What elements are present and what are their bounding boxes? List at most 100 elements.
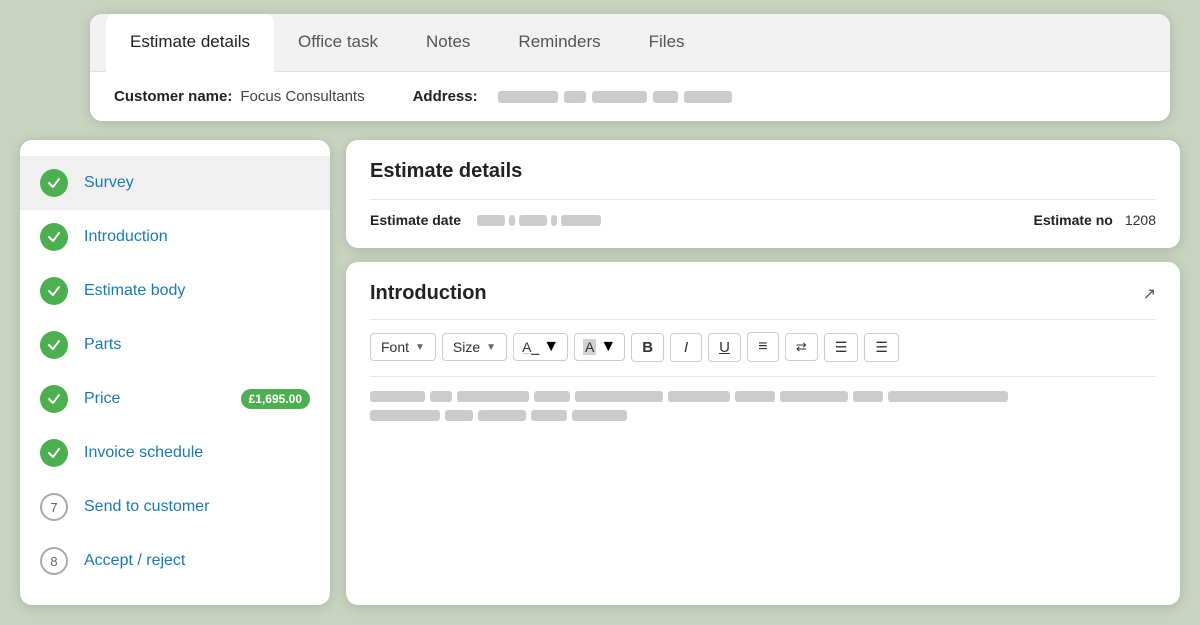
txt-13 — [478, 410, 526, 421]
estimate-details-title: Estimate details — [370, 160, 1156, 183]
check-icon-introduction — [40, 223, 68, 251]
txt-8 — [780, 391, 848, 402]
tab-reminders[interactable]: Reminders — [494, 14, 624, 71]
text-line-1 — [370, 391, 1156, 402]
addr-block-3 — [592, 91, 647, 103]
font-color-icon: A_ — [522, 339, 539, 355]
estimate-no-value: 1208 — [1125, 212, 1156, 228]
align-left-icon: ☰ — [835, 339, 848, 356]
italic-btn[interactable]: I — [670, 333, 702, 362]
introduction-title: Introduction — [370, 282, 487, 305]
date-block-2 — [519, 215, 547, 226]
right-panel: Estimate details Estimate date Estimate … — [346, 140, 1180, 605]
align-right-btn[interactable]: ☰ — [864, 333, 899, 362]
num-circle-7: 7 — [40, 493, 68, 521]
font-color-chevron: ▼ — [543, 338, 559, 356]
ordered-list-btn[interactable]: ⇄ — [785, 333, 818, 361]
text-line-2 — [370, 410, 1156, 421]
tab-office-task[interactable]: Office task — [274, 14, 402, 71]
divider-1 — [370, 199, 1156, 200]
sidebar-label-accept-reject: Accept / reject — [84, 552, 185, 570]
price-badge: £1,695.00 — [241, 389, 310, 409]
address-blocks — [498, 91, 732, 103]
sidebar-item-introduction[interactable]: Introduction — [20, 210, 330, 264]
txt-2 — [430, 391, 452, 402]
highlight-chevron: ▼ — [600, 338, 616, 356]
date-block-3 — [561, 215, 601, 226]
bold-btn[interactable]: B — [631, 333, 664, 362]
txt-5 — [575, 391, 663, 402]
customer-name-value: Focus Consultants — [240, 88, 364, 105]
txt-11 — [370, 410, 440, 421]
sidebar-label-invoice-schedule: Invoice schedule — [84, 444, 203, 462]
tab-notes[interactable]: Notes — [402, 14, 494, 71]
underline-label: U — [719, 339, 730, 356]
font-select[interactable]: Font ▼ — [370, 333, 436, 361]
addr-block-4 — [653, 91, 678, 103]
addr-block-2 — [564, 91, 586, 103]
sidebar-label-survey: Survey — [84, 174, 134, 192]
sidebar-item-accept-reject[interactable]: 8 Accept / reject — [20, 534, 330, 588]
unordered-list-icon: ≡ — [758, 338, 767, 356]
sidebar-label-price: Price — [84, 390, 120, 408]
top-card-body: Customer name: Focus Consultants Address… — [90, 72, 1170, 121]
estimate-date-label: Estimate date — [370, 212, 461, 228]
font-chevron: ▼ — [415, 342, 425, 353]
check-icon-survey — [40, 169, 68, 197]
customer-name-label: Customer name: — [114, 88, 232, 105]
check-icon-price — [40, 385, 68, 413]
txt-4 — [534, 391, 570, 402]
size-label: Size — [453, 339, 480, 355]
sidebar-item-send-to-customer[interactable]: 7 Send to customer — [20, 480, 330, 534]
check-icon-parts — [40, 331, 68, 359]
txt-14 — [531, 410, 567, 421]
size-chevron: ▼ — [486, 342, 496, 353]
check-icon-invoice-schedule — [40, 439, 68, 467]
date-block-1 — [477, 215, 505, 226]
sidebar-item-survey[interactable]: Survey — [20, 156, 330, 210]
font-color-btn[interactable]: A_ ▼ — [513, 333, 568, 361]
bold-label: B — [642, 339, 653, 356]
sidebar: Survey Introduction Estimate body Parts — [20, 140, 330, 605]
sidebar-label-send-to-customer: Send to customer — [84, 498, 209, 516]
estimate-no-label: Estimate no — [1033, 212, 1112, 228]
estimate-details-card: Estimate details Estimate date Estimate … — [346, 140, 1180, 248]
estimate-no-section: Estimate no 1208 — [1033, 212, 1156, 228]
highlight-btn[interactable]: A ▼ — [574, 333, 625, 361]
align-left-btn[interactable]: ☰ — [824, 333, 859, 362]
tab-estimate-details[interactable]: Estimate details — [106, 14, 274, 72]
addr-block-1 — [498, 91, 558, 103]
txt-9 — [853, 391, 883, 402]
highlight-icon: A — [583, 339, 596, 355]
sidebar-label-parts: Parts — [84, 336, 121, 354]
date-sep-2 — [551, 215, 557, 226]
sidebar-label-estimate-body: Estimate body — [84, 282, 185, 300]
underline-btn[interactable]: U — [708, 333, 741, 362]
expand-icon[interactable]: ↗ — [1143, 284, 1156, 304]
introduction-header: Introduction ↗ — [370, 282, 1156, 305]
introduction-card: Introduction ↗ Font ▼ Size ▼ A_ ▼ — [346, 262, 1180, 605]
num-circle-8: 8 — [40, 547, 68, 575]
txt-15 — [572, 410, 627, 421]
sidebar-label-introduction: Introduction — [84, 228, 168, 246]
size-select[interactable]: Size ▼ — [442, 333, 507, 361]
check-icon-estimate-body — [40, 277, 68, 305]
txt-1 — [370, 391, 425, 402]
addr-block-5 — [684, 91, 732, 103]
sidebar-item-parts[interactable]: Parts — [20, 318, 330, 372]
details-row: Estimate date Estimate no 1208 — [370, 212, 1156, 228]
txt-3 — [457, 391, 529, 402]
main-container: Survey Introduction Estimate body Parts — [20, 140, 1180, 605]
estimate-date-blocks — [477, 215, 601, 226]
unordered-list-btn[interactable]: ≡ — [747, 332, 779, 362]
sidebar-item-invoice-schedule[interactable]: Invoice schedule — [20, 426, 330, 480]
txt-7 — [735, 391, 775, 402]
sidebar-item-price[interactable]: Price £1,695.00 — [20, 372, 330, 426]
tab-files[interactable]: Files — [625, 14, 709, 71]
txt-10 — [888, 391, 1008, 402]
align-right-icon: ☰ — [875, 339, 888, 356]
sidebar-item-estimate-body[interactable]: Estimate body — [20, 264, 330, 318]
divider-2 — [370, 319, 1156, 320]
date-sep-1 — [509, 215, 515, 226]
ordered-list-icon: ⇄ — [796, 339, 807, 355]
